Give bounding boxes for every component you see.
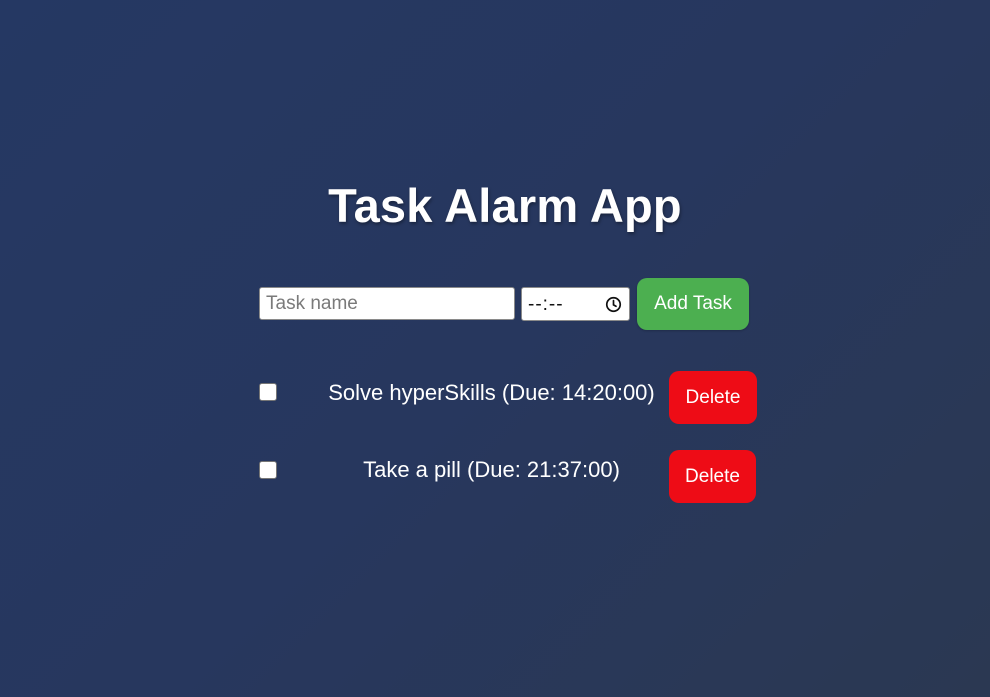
time-input-value: --:-- [528,294,564,315]
task-item: Take a pill (Due: 21:37:00) Delete [259,450,759,504]
task-complete-checkbox[interactable] [259,461,277,479]
add-task-button[interactable]: Add Task [637,278,749,330]
task-text: Solve hyperSkills (Due: 14:20:00) [328,380,655,405]
delete-task-button[interactable]: Delete [669,371,757,424]
task-name-input[interactable] [259,287,515,320]
page-title: Task Alarm App [328,179,682,232]
delete-task-button[interactable]: Delete [669,450,756,503]
due-time-input[interactable]: --:-- [521,287,630,321]
task-complete-checkbox[interactable] [259,383,277,401]
task-text: Take a pill (Due: 21:37:00) [363,457,620,482]
clock-icon[interactable] [605,296,622,313]
task-item: Solve hyperSkills (Due: 14:20:00) Delete [259,371,759,425]
